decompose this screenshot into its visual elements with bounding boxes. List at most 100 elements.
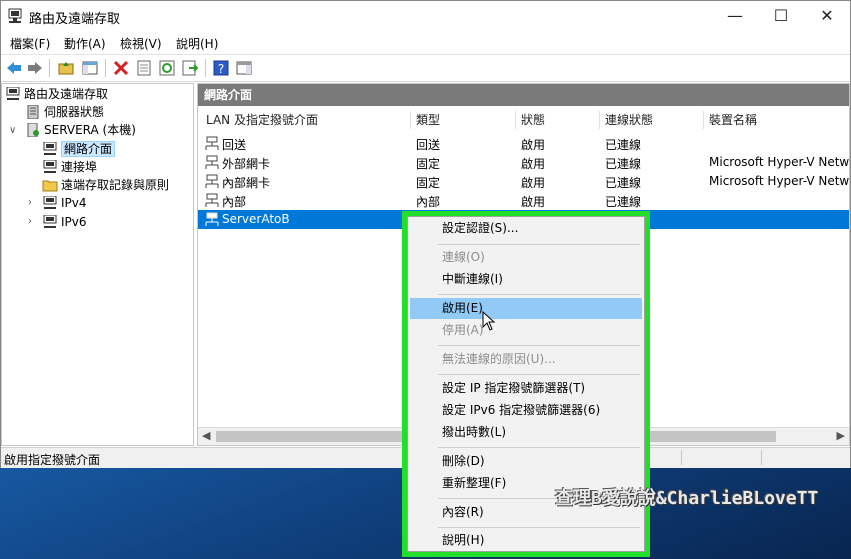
column-divider[interactable] xyxy=(515,111,516,129)
tree-item-ipv4[interactable]: IPv4 xyxy=(42,194,87,212)
cell-connection-state: 已連線 xyxy=(605,195,642,209)
status-text: 啟用指定撥號介面 xyxy=(4,453,101,467)
cell-status: 啟用 xyxy=(521,195,546,209)
menu-view[interactable]: 檢視(V) xyxy=(120,35,162,52)
ipv6-icon xyxy=(43,215,57,228)
svg-text:?: ? xyxy=(218,62,224,76)
column-header-name[interactable]: LAN 及指定撥號介面 xyxy=(206,111,318,128)
cell-name: ServerAtoB xyxy=(222,212,290,226)
menu-set-credentials[interactable]: 設定認證(S)... xyxy=(410,218,642,239)
forward-arrow-icon[interactable] xyxy=(26,59,44,77)
menu-action[interactable]: 動作(A) xyxy=(64,35,106,52)
demand-dial-interface-icon xyxy=(205,212,219,226)
column-divider[interactable] xyxy=(410,111,411,129)
toolbar-separator xyxy=(49,59,50,77)
toolbar-separator xyxy=(205,59,206,77)
table-row[interactable]: 回送 回送 啟用 已連線 xyxy=(198,134,849,153)
status-divider xyxy=(681,450,682,465)
toolbar-separator xyxy=(105,59,106,77)
cell-connection-state: 已連線 xyxy=(605,157,642,171)
menu-separator xyxy=(438,244,640,245)
cell-device: Microsoft Hyper-V Netwo xyxy=(709,174,850,188)
show-action-pane-icon[interactable] xyxy=(235,59,253,77)
maximize-button[interactable]: ☐ xyxy=(758,1,804,31)
menu-delete[interactable]: 刪除(D) xyxy=(410,451,642,472)
tree-item-root[interactable]: 路由及遠端存取 xyxy=(5,85,108,103)
column-header-type[interactable]: 類型 xyxy=(416,111,440,128)
cell-connection-state: 已連線 xyxy=(605,176,642,190)
expand-chevron-icon[interactable]: › xyxy=(28,216,32,227)
close-button[interactable]: ✕ xyxy=(804,1,850,31)
ipv4-icon xyxy=(43,196,57,209)
collapse-chevron-icon[interactable]: ∨ xyxy=(9,125,16,136)
menu-dial-out-hours[interactable]: 撥出時數(L) xyxy=(410,422,642,443)
cell-type: 回送 xyxy=(416,138,441,152)
show-hide-tree-icon[interactable] xyxy=(81,59,99,77)
network-interface-icon xyxy=(43,142,57,155)
menu-help[interactable]: 說明(H) xyxy=(410,530,642,551)
cell-name: 內部網卡 xyxy=(222,176,271,190)
cell-name: 外部網卡 xyxy=(222,157,271,171)
column-header-status[interactable]: 狀態 xyxy=(521,111,545,128)
cell-status: 啟用 xyxy=(521,138,546,152)
tree-item-server-status[interactable]: 伺服器狀態 xyxy=(25,103,104,121)
menu-connect[interactable]: 連線(O) xyxy=(410,247,642,268)
menu-disconnect[interactable]: 中斷連線(I) xyxy=(410,269,642,290)
cell-type: 內部 xyxy=(416,195,441,209)
tree-item-ports[interactable]: 連接埠 xyxy=(42,158,97,176)
toolbar: ? xyxy=(1,54,850,82)
title-bar: 路由及遠端存取 — ☐ ✕ xyxy=(1,1,850,31)
menu-bar: 檔案(F) 動作(A) 檢視(V) 說明(H) xyxy=(1,31,850,53)
menu-file[interactable]: 檔案(F) xyxy=(10,35,50,52)
refresh-icon[interactable] xyxy=(158,59,176,77)
interface-icon xyxy=(205,136,219,150)
tree-item-server[interactable]: SERVERA (本機) xyxy=(25,121,136,139)
minimize-button[interactable]: — xyxy=(712,1,758,31)
column-header-device-name[interactable]: 裝置名稱 xyxy=(709,111,757,128)
server-icon xyxy=(27,123,39,137)
scroll-left-icon[interactable]: ◀ xyxy=(202,429,210,442)
ports-icon xyxy=(43,160,57,173)
routing-icon xyxy=(6,87,20,100)
menu-separator xyxy=(438,294,640,295)
export-list-icon[interactable] xyxy=(181,59,199,77)
mouse-pointer-icon xyxy=(482,311,496,331)
table-row[interactable]: 外部網卡 固定 啟用 已連線 Microsoft Hyper-V Netwo xyxy=(198,153,849,172)
cell-connection-state: 已連線 xyxy=(605,138,642,152)
interface-icon xyxy=(205,174,219,188)
cell-name: 內部 xyxy=(222,195,247,209)
column-divider[interactable] xyxy=(703,111,704,129)
menu-help[interactable]: 說明(H) xyxy=(176,35,218,52)
tree-item-network-interfaces[interactable]: 網路介面 xyxy=(42,140,116,158)
menu-ipv6-filters[interactable]: 設定 IPv6 指定撥號篩選器(6) xyxy=(410,400,642,421)
cell-name: 回送 xyxy=(222,138,247,152)
folder-icon xyxy=(42,180,58,192)
delete-icon[interactable] xyxy=(112,59,130,77)
interface-icon xyxy=(205,193,219,207)
menu-unreachability-reason[interactable]: 無法連線的原因(U)... xyxy=(410,349,642,370)
cell-status: 啟用 xyxy=(521,157,546,171)
cell-device: Microsoft Hyper-V Netwo xyxy=(709,155,850,169)
properties-icon[interactable] xyxy=(135,59,153,77)
menu-enable[interactable]: 啟用(E) xyxy=(410,298,642,319)
up-folder-icon[interactable] xyxy=(57,59,75,77)
help-icon[interactable]: ? xyxy=(212,59,230,77)
menu-separator xyxy=(438,447,640,448)
column-divider[interactable] xyxy=(599,111,600,129)
cell-type: 固定 xyxy=(416,157,441,171)
table-row[interactable]: 內部網卡 固定 啟用 已連線 Microsoft Hyper-V Netwo xyxy=(198,172,849,191)
window-title: 路由及遠端存取 xyxy=(29,12,121,27)
interface-icon xyxy=(205,155,219,169)
tree-item-remote-logging[interactable]: 遠端存取記錄與原則 xyxy=(42,176,169,194)
tree-item-ipv6[interactable]: IPv6 xyxy=(42,213,87,231)
cell-status: 啟用 xyxy=(521,176,546,190)
column-header-connection-state[interactable]: 連線狀態 xyxy=(605,111,653,128)
table-row[interactable]: 內部 內部 啟用 已連線 xyxy=(198,191,849,210)
menu-ip-filters[interactable]: 設定 IP 指定撥號篩選器(T) xyxy=(410,378,642,399)
scroll-right-icon[interactable]: ▶ xyxy=(837,429,845,442)
menu-disable[interactable]: 停用(A) xyxy=(410,320,642,341)
menu-separator xyxy=(438,527,640,528)
back-arrow-icon[interactable] xyxy=(5,59,23,77)
menu-separator xyxy=(438,345,640,346)
expand-chevron-icon[interactable]: › xyxy=(28,197,32,208)
